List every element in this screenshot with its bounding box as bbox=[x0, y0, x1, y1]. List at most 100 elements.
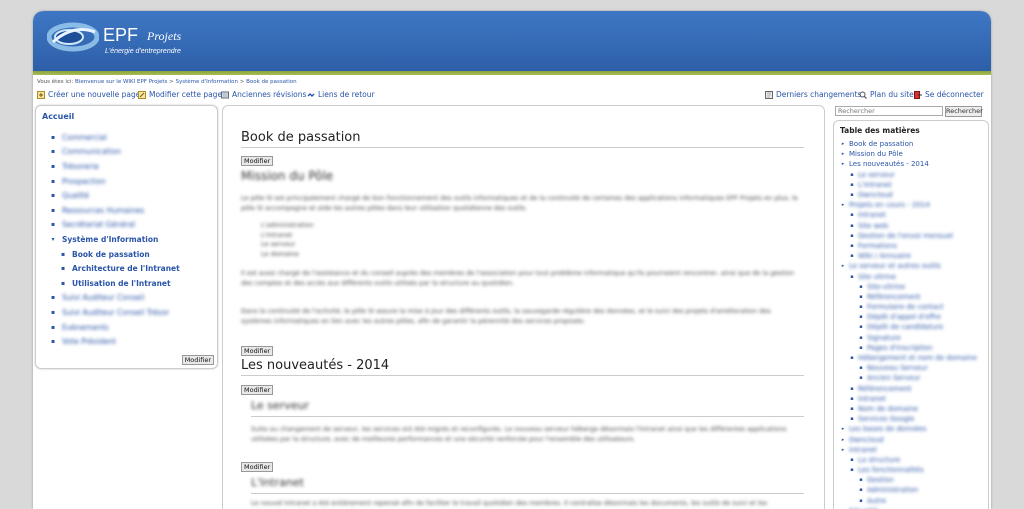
logout-link[interactable]: Se déconnecter bbox=[914, 90, 984, 99]
edit-page-icon bbox=[138, 90, 146, 99]
toc-item[interactable]: ▪ Services Google bbox=[840, 414, 977, 424]
sidebar-item[interactable]: ▪ Qualité bbox=[50, 188, 180, 203]
section-title: Les nouveautés - 2014 bbox=[241, 358, 390, 373]
revisions-link[interactable]: Anciennes révisions bbox=[221, 90, 306, 99]
toc-item[interactable]: ▪ Signature bbox=[840, 333, 977, 343]
toc-item[interactable]: ▪ Référencement bbox=[840, 292, 977, 302]
sitemap-label: Plan du site bbox=[870, 90, 914, 99]
toc-item[interactable]: ▪ Gestion de l'envoi mensuel bbox=[840, 231, 977, 241]
toc-item[interactable]: ▪ Intranet bbox=[840, 394, 977, 404]
search-input[interactable]: Rechercher bbox=[835, 106, 943, 116]
sidebar-item[interactable]: ▪ Vote Président bbox=[50, 334, 180, 349]
toc-item[interactable]: ▸ Le serveur et autres outils bbox=[840, 261, 977, 271]
sidebar-item[interactable]: ▪ Evènements bbox=[50, 320, 180, 335]
toc-item[interactable]: ▸ Owncloud bbox=[840, 434, 977, 444]
toc-item[interactable]: ▸ Mission du Pôle bbox=[840, 149, 977, 159]
page-title: Book de passation bbox=[241, 130, 361, 145]
toc-item[interactable]: ▪ Site vitrine bbox=[840, 271, 977, 281]
toc-item[interactable]: ▸ Projets en cours - 2014 bbox=[840, 200, 977, 210]
toc-item[interactable]: ▪ Les fonctionnalités bbox=[840, 465, 977, 475]
sidebar-item-label: Ressources Humaines bbox=[62, 205, 145, 215]
toc-item[interactable]: ▪ Dépôt d'appel d'offre bbox=[840, 312, 977, 322]
breadcrumb-item-home[interactable]: Bienvenue sur le WIKI EPF Projets bbox=[75, 79, 167, 85]
toc-item-label: Site vitrine bbox=[858, 272, 897, 281]
toc-item[interactable]: ▪ L'Intranet bbox=[840, 180, 977, 190]
edit-section-button[interactable]: Modifier bbox=[241, 385, 274, 395]
sidebar-item-utilisation[interactable]: ▪ Utilisation de l'Intranet bbox=[50, 276, 180, 291]
edit-section-button[interactable]: Modifier bbox=[241, 156, 274, 166]
toc-item-label: Wiki / Annuaire bbox=[858, 252, 911, 261]
action-bar: Créer une nouvelle page Modifier cette p… bbox=[37, 90, 985, 102]
bullet-icon: ▪ bbox=[50, 162, 56, 170]
search-button[interactable]: Rechercher bbox=[945, 106, 983, 117]
toc-item[interactable]: ▪ Administration bbox=[840, 485, 977, 495]
sidebar-item[interactable]: ▪ Ressources Humaines bbox=[50, 203, 180, 218]
toc-item[interactable]: ▪ Nom de domaine bbox=[840, 404, 977, 414]
sidebar-item-label: Commercial bbox=[62, 132, 107, 142]
toc-item[interactable]: ▪ Formations bbox=[840, 241, 977, 251]
sidebar-item[interactable]: ▪ Trésorerie bbox=[50, 159, 180, 174]
bullet-icon: ▪ bbox=[50, 323, 56, 331]
section-heading: Mission du Pôle bbox=[241, 169, 334, 183]
sidebar-item[interactable]: ▪ Suivi Auditeur Conseil bbox=[50, 291, 180, 306]
toc-item[interactable]: ▪ Le serveur bbox=[840, 170, 977, 180]
sitemap-link[interactable]: Plan du site bbox=[859, 90, 914, 99]
sidebar-item[interactable]: ▪ Prospection bbox=[50, 174, 180, 189]
toc-item[interactable]: ▪ Wiki / Annuaire bbox=[840, 251, 977, 261]
toc-item-label: Référencement bbox=[858, 384, 912, 393]
toc-item[interactable]: ▸ Intranet bbox=[840, 445, 977, 455]
toc-item[interactable]: ▪ Hébergement et nom de domaine bbox=[840, 353, 977, 363]
toc-item[interactable]: ▪ Intranet bbox=[840, 210, 977, 220]
backlinks-link[interactable]: Liens de retour bbox=[307, 90, 375, 99]
toc-item[interactable]: ▪ Site-vitrine bbox=[840, 282, 977, 292]
toc-item-label: Ancien Serveur bbox=[867, 374, 921, 383]
edit-section-button[interactable]: Modifier bbox=[241, 346, 274, 356]
sidebar-modifier-button[interactable]: Modifier bbox=[181, 355, 214, 365]
toc-arrow-icon: ▸ bbox=[841, 151, 845, 158]
create-page-link[interactable]: Créer une nouvelle page bbox=[37, 90, 140, 99]
edit-section-button[interactable]: Modifier bbox=[241, 462, 274, 472]
toc-item[interactable]: ▪ Gestion bbox=[840, 475, 977, 485]
bullet-icon: ▪ bbox=[50, 177, 56, 185]
sidebar-item-label: Vote Président bbox=[62, 337, 117, 347]
breadcrumb: Vous êtes ici: Bienvenue sur le WIKI EPF… bbox=[37, 79, 297, 85]
toc-item[interactable]: ▪ Formulaire de contact bbox=[840, 302, 977, 312]
toc-item[interactable]: ▪ Dépôt de candidature bbox=[840, 322, 977, 332]
sidebar-item-architecture[interactable]: ▪ Architecture de l'Intranet bbox=[50, 261, 180, 276]
toc-bullet-icon: ▪ bbox=[850, 192, 854, 199]
epf-logo-icon[interactable] bbox=[47, 20, 99, 54]
toc-item-label: Hébergement et nom de domaine bbox=[858, 354, 977, 363]
toc-item[interactable]: ▪ Nouveau Serveur bbox=[840, 363, 977, 373]
toc-bullet-icon: ▪ bbox=[850, 467, 854, 474]
toc-arrow-icon: ▸ bbox=[841, 426, 845, 433]
toc-item[interactable]: ▸ Book de passation bbox=[840, 139, 977, 149]
toc-item[interactable]: ▪ Ancien Serveur bbox=[840, 373, 977, 383]
sidebar-item[interactable]: ▪ Secrétariat Général bbox=[50, 218, 180, 233]
toc-item[interactable]: ▪ Autre bbox=[840, 496, 977, 506]
breadcrumb-item-si[interactable]: Système d'Information bbox=[175, 79, 237, 85]
toc-item[interactable]: ▪ Owncloud bbox=[840, 190, 977, 200]
toc-item[interactable]: ▪ Pages d'inscription bbox=[840, 343, 977, 353]
toc-item-label: Projets en cours - 2014 bbox=[849, 201, 930, 210]
edit-page-link[interactable]: Modifier cette page bbox=[138, 90, 222, 99]
sidebar-item[interactable]: ▪ Communication bbox=[50, 145, 180, 160]
section-paragraph: Le nouvel Intranet a été entièrement rep… bbox=[251, 499, 768, 507]
toc-item[interactable]: ▪ Site web bbox=[840, 221, 977, 231]
toc-item[interactable]: ▪ La structure bbox=[840, 455, 977, 465]
sidebar-home-link[interactable]: Accueil bbox=[42, 112, 74, 121]
sidebar-item[interactable]: ▪ Suivi Auditeur Conseil Trésor bbox=[50, 305, 180, 320]
recent-changes-link[interactable]: Derniers changements bbox=[765, 90, 861, 99]
toc-item[interactable]: ▪ Référencement bbox=[840, 384, 977, 394]
toc-item-label: Dépôt de candidature bbox=[867, 323, 944, 332]
bullet-icon: ▪ bbox=[50, 308, 56, 316]
sidebar-item[interactable]: ▪ Commercial bbox=[50, 130, 180, 145]
toc-item-label: Formulaire de contact bbox=[867, 303, 944, 312]
sidebar-item-si[interactable]: ▾ Système d'Information bbox=[50, 232, 180, 247]
breadcrumb-item-current[interactable]: Book de passation bbox=[246, 79, 297, 85]
toc-item[interactable]: ▸ Les bases de données bbox=[840, 424, 977, 434]
bullet-list: L'administration L'Intranet Le serveur L… bbox=[261, 221, 314, 259]
toc-bullet-icon: ▪ bbox=[850, 385, 854, 392]
sidebar-item-book-passation[interactable]: ▪ Book de passation bbox=[50, 247, 180, 262]
logout-icon bbox=[914, 90, 922, 99]
toc-item[interactable]: ▸ Les nouveautés - 2014 bbox=[840, 159, 977, 169]
